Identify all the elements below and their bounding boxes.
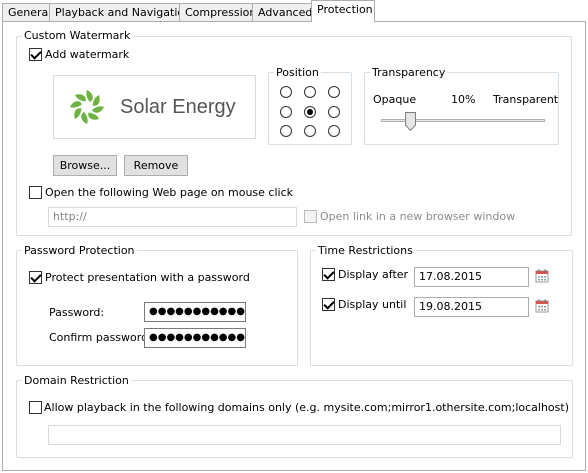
password-input[interactable]: ●●●●●●●●●●●●	[144, 302, 246, 322]
watermark-preview: Solar Energy	[53, 75, 256, 139]
opaque-label: Opaque	[373, 93, 417, 106]
position-bottom-center-radio[interactable]	[304, 125, 316, 137]
position-bottom-right-radio[interactable]	[328, 125, 340, 137]
tab-advanced[interactable]: Advanced	[252, 3, 312, 21]
transparency-slider-thumb[interactable]	[404, 112, 416, 131]
display-after-calendar-icon[interactable]	[535, 269, 549, 283]
position-top-left-radio[interactable]	[280, 86, 292, 98]
allow-domains-checkbox[interactable]	[29, 401, 42, 414]
open-web-page-label: Open the following Web page on mouse cli…	[45, 186, 294, 199]
display-until-calendar-icon[interactable]	[535, 299, 549, 313]
solar-energy-logo-icon	[70, 90, 104, 124]
display-after-checkbox[interactable]	[322, 268, 335, 281]
time-restrictions-title: Time Restrictions	[316, 244, 415, 257]
position-title: Position	[274, 66, 321, 79]
display-until-date-input[interactable]: 19.08.2015	[414, 297, 529, 317]
remove-button[interactable]: Remove	[124, 155, 188, 176]
position-middle-right-radio[interactable]	[328, 106, 340, 118]
domain-restriction-group	[16, 380, 573, 458]
protect-password-label: Protect presentation with a password	[45, 271, 250, 284]
position-top-center-radio[interactable]	[304, 86, 316, 98]
transparency-value: 10%	[451, 93, 476, 106]
position-middle-left-radio[interactable]	[280, 106, 292, 118]
password-protection-title: Password Protection	[22, 244, 137, 257]
password-label: Password:	[49, 306, 105, 319]
domain-restriction-title: Domain Restriction	[22, 374, 131, 387]
new-window-checkbox[interactable]	[304, 210, 317, 223]
transparency-group	[364, 72, 559, 145]
custom-watermark-title: Custom Watermark	[22, 29, 133, 42]
position-bottom-left-radio[interactable]	[280, 125, 292, 137]
logo-text: Solar Energy	[120, 96, 236, 118]
domains-input[interactable]	[48, 425, 561, 445]
display-after-date-input[interactable]: 17.08.2015	[414, 267, 529, 287]
new-window-label: Open link in a new browser window	[320, 210, 516, 223]
display-until-checkbox[interactable]	[322, 298, 335, 311]
tab-compression[interactable]: Compression	[179, 3, 256, 21]
position-top-right-radio[interactable]	[328, 86, 340, 98]
add-watermark-label: Add watermark	[45, 48, 130, 61]
confirm-password-label: Confirm password:	[49, 331, 152, 344]
tab-playback-navigation[interactable]: Playback and Navigation	[49, 3, 191, 21]
display-until-label: Display until	[338, 298, 407, 311]
browse-button[interactable]: Browse...	[53, 155, 117, 176]
url-input[interactable]: http://	[48, 207, 297, 227]
add-watermark-checkbox[interactable]	[29, 48, 42, 61]
allow-domains-label: Allow playback in the following domains …	[44, 401, 569, 414]
tab-general[interactable]: General	[2, 3, 51, 21]
display-after-label: Display after	[338, 268, 409, 281]
protect-password-checkbox[interactable]	[29, 271, 42, 284]
transparency-title: Transparency	[370, 66, 448, 79]
position-center-radio[interactable]	[304, 106, 316, 118]
tab-strip: General Playback and Navigation Compress…	[0, 0, 588, 22]
confirm-password-input[interactable]: ●●●●●●●●●●●●	[144, 328, 246, 348]
tab-protection[interactable]: Protection	[311, 0, 375, 22]
open-web-page-checkbox[interactable]	[29, 186, 42, 199]
transparent-label: Transparent	[493, 93, 559, 106]
